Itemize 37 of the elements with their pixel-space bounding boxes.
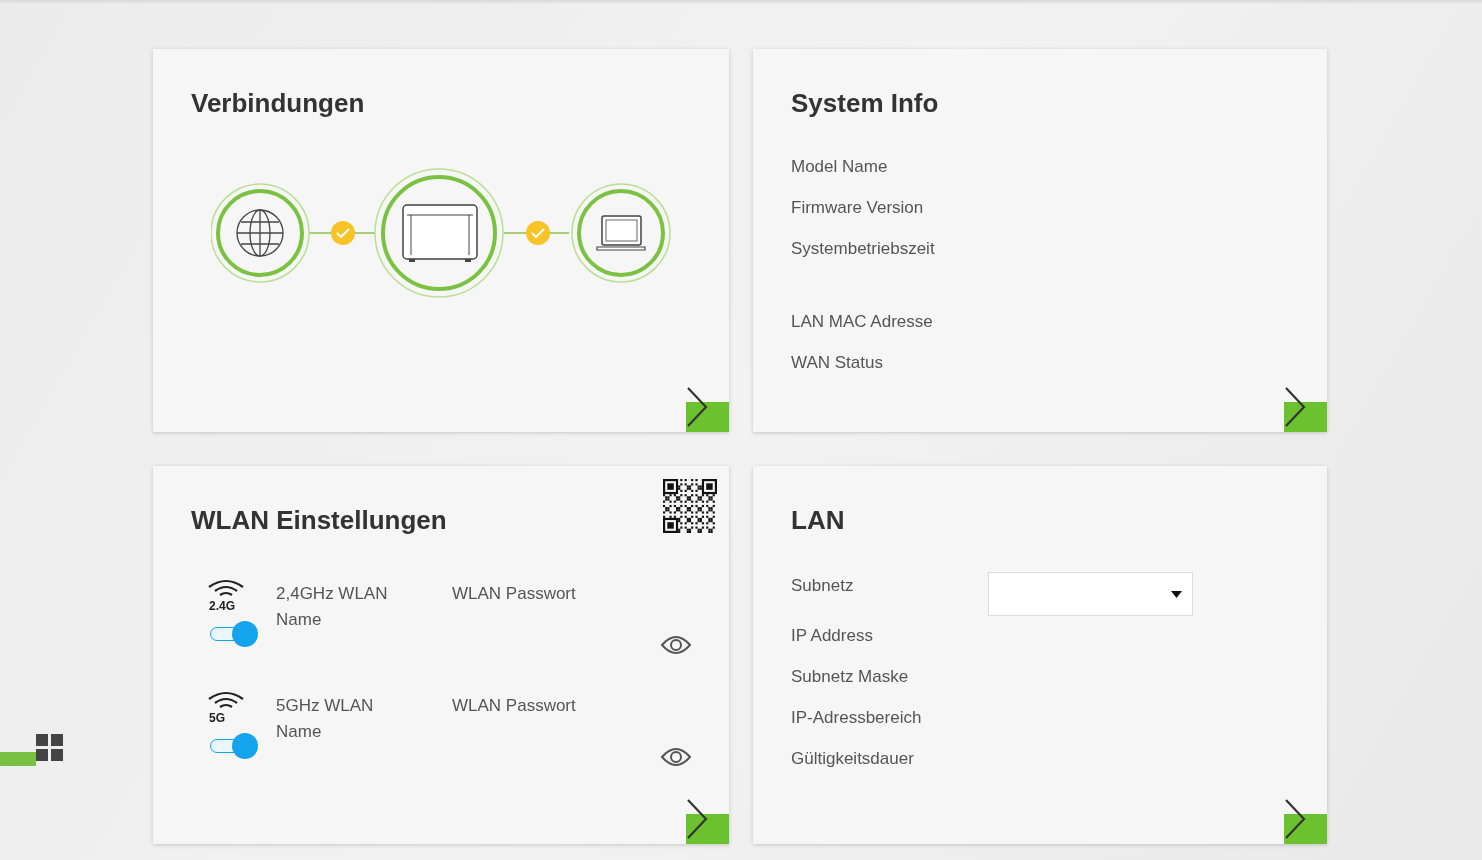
sidebar-edge-bar: [0, 752, 36, 766]
field-label: WAN Status: [791, 353, 884, 374]
field-label: 5GHz WLAN Name: [276, 695, 375, 743]
field-label: WLAN Passwort: [452, 583, 577, 605]
toggle-switch[interactable]: [210, 621, 258, 647]
field-label: Gültigkeitsdauer: [791, 749, 915, 770]
field-label: LAN MAC Adresse: [791, 312, 934, 333]
grid-icon[interactable]: [36, 734, 64, 762]
field-label: 2,4GHz WLAN Name: [276, 583, 389, 631]
toggle-switch[interactable]: [210, 733, 258, 759]
field-label: IP-Adressbereich: [791, 708, 923, 729]
next-button[interactable]: [1284, 386, 1327, 432]
eye-icon[interactable]: [660, 634, 692, 656]
band-label: 5G: [209, 711, 225, 725]
wifi-icon: [207, 691, 245, 709]
caret-icon: [1171, 590, 1182, 598]
eye-icon[interactable]: [660, 746, 692, 768]
field-label: Systembetriebszeit: [791, 239, 936, 260]
field-label: IP Address: [791, 626, 874, 647]
qr-code-icon: [663, 479, 717, 533]
wifi-icon: [207, 579, 245, 597]
field-label: Model Name: [791, 157, 889, 178]
field-label: Firmware Version: [791, 198, 925, 219]
card-title: LAN: [791, 504, 845, 536]
next-button[interactable]: [1284, 798, 1327, 844]
field-label: Subnetz: [791, 576, 855, 597]
band-label: 2.4G: [209, 599, 235, 613]
card-title: Verbindungen: [191, 87, 365, 119]
next-button[interactable]: [686, 798, 729, 844]
card-title: System Info: [791, 87, 939, 119]
card-title: WLAN Einstellungen: [191, 504, 447, 536]
next-button[interactable]: [686, 386, 729, 432]
field-label: Subnetz Maske: [791, 667, 910, 688]
laptop-icon: [571, 183, 671, 283]
globe-icon: [211, 183, 310, 283]
router-icon: [374, 168, 504, 298]
field-label: WLAN Passwort: [452, 695, 577, 717]
